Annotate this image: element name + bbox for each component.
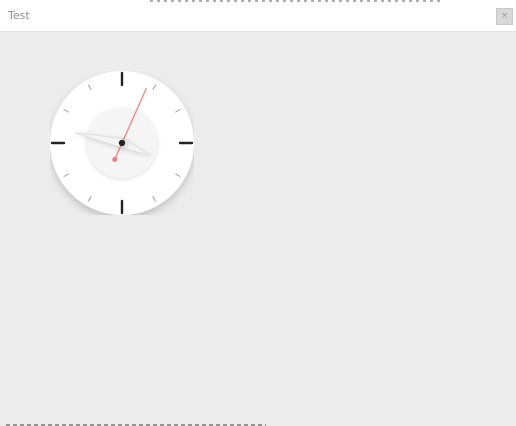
second-hand-counterweight bbox=[112, 157, 118, 162]
top-edge-artifact bbox=[150, 0, 440, 2]
clock-center-pin bbox=[118, 139, 126, 147]
close-button[interactable]: × bbox=[496, 8, 513, 25]
close-icon: × bbox=[500, 11, 509, 21]
clock-svg bbox=[50, 71, 194, 215]
window-titlebar: Test × bbox=[0, 0, 516, 32]
analog-clock bbox=[50, 71, 194, 215]
window-title: Test bbox=[8, 9, 30, 22]
